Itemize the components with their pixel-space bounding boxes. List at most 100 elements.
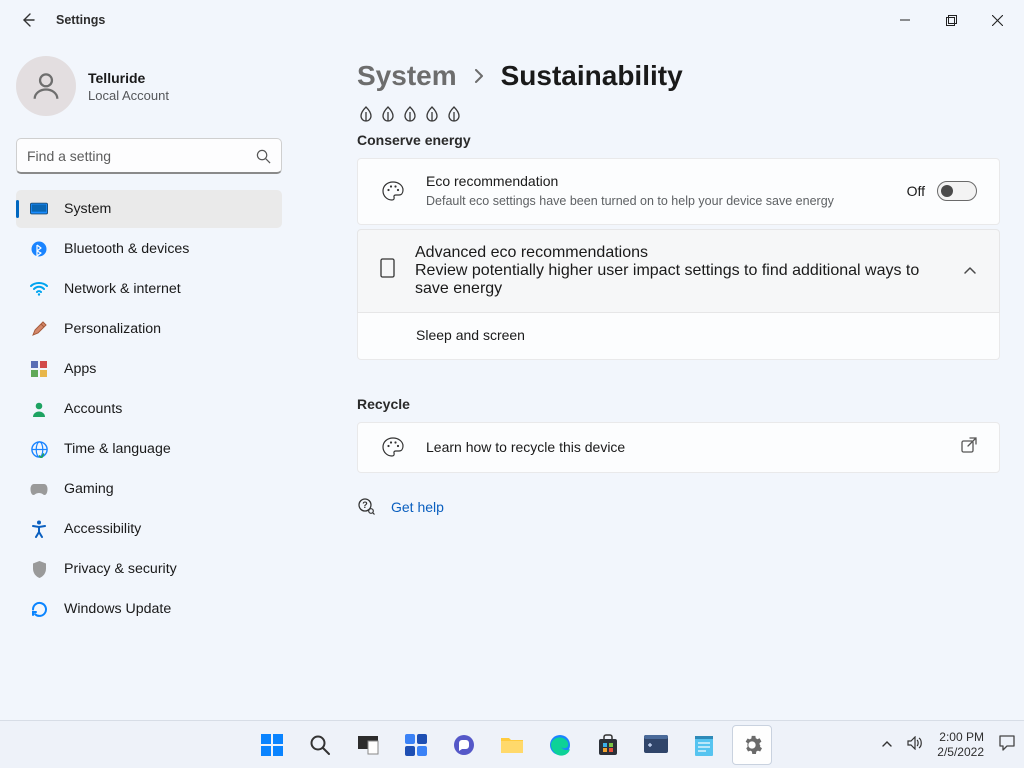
section-title-conserve: Conserve energy (357, 132, 1000, 148)
start-button[interactable] (252, 725, 292, 765)
main-content: System Sustainability Conserve energy Ec… (357, 60, 1000, 716)
sidebar: Telluride Local Account System Bluetooth… (16, 56, 282, 628)
chat-button[interactable] (444, 725, 484, 765)
advanced-subtitle: Review potentially higher user impact se… (415, 262, 943, 298)
window-controls (882, 4, 1020, 36)
nav-item-bluetooth[interactable]: Bluetooth & devices (16, 230, 282, 268)
nav-item-accounts[interactable]: Accounts (16, 390, 282, 428)
get-help-label: Get help (391, 499, 444, 515)
taskbar: 2:00 PM 2/5/2022 (0, 720, 1024, 768)
nav-label: Apps (64, 361, 96, 377)
nav-label: Accessibility (64, 521, 141, 537)
task-view-button[interactable] (348, 725, 388, 765)
app-title: Settings (56, 13, 105, 27)
eco-subtitle: Default eco settings have been turned on… (426, 193, 887, 210)
breadcrumb-parent[interactable]: System (357, 60, 457, 92)
store-button[interactable] (588, 725, 628, 765)
person-icon (30, 400, 48, 418)
eco-title: Eco recommendation (426, 173, 887, 189)
nav-item-time-language[interactable]: Time & language (16, 430, 282, 468)
nav-label: Privacy & security (64, 561, 177, 577)
user-name: Telluride (88, 70, 169, 86)
maximize-button[interactable] (928, 4, 974, 36)
nav-item-system[interactable]: System (16, 190, 282, 228)
explorer-button[interactable] (492, 725, 532, 765)
svg-text:?: ? (362, 500, 368, 510)
palette-icon (380, 181, 406, 201)
recycle-link-text: Learn how to recycle this device (426, 439, 941, 455)
nav-label: Windows Update (64, 601, 171, 617)
nav-label: Bluetooth & devices (64, 241, 189, 257)
widgets-button[interactable] (396, 725, 436, 765)
get-help-link[interactable]: ? Get help (357, 497, 1000, 518)
tray-chevron-icon[interactable] (881, 738, 893, 752)
nav-label: System (64, 201, 111, 217)
nav-label: Time & language (64, 441, 171, 457)
taskbar-search-button[interactable] (300, 725, 340, 765)
eco-recommendation-card: Eco recommendation Default eco settings … (357, 158, 1000, 225)
bluetooth-icon (30, 240, 48, 258)
edge-button[interactable] (540, 725, 580, 765)
accessibility-icon (30, 520, 48, 538)
notepad-button[interactable] (684, 725, 724, 765)
breadcrumb-current: Sustainability (501, 60, 683, 92)
avatar (16, 56, 76, 116)
advanced-title: Advanced eco recommendations (415, 244, 943, 262)
wifi-icon (30, 280, 48, 298)
clock-time: 2:00 PM (937, 730, 984, 744)
search-icon (256, 149, 271, 169)
volume-icon[interactable] (907, 736, 923, 753)
nav-item-windows-update[interactable]: Windows Update (16, 590, 282, 628)
search-field[interactable] (16, 138, 282, 174)
nav-label: Network & internet (64, 281, 181, 297)
brush-icon (30, 320, 48, 338)
update-icon (30, 600, 48, 618)
notifications-icon[interactable] (998, 734, 1016, 755)
search-input[interactable] (17, 140, 281, 172)
gamepad-icon (30, 480, 48, 498)
nav-item-network[interactable]: Network & internet (16, 270, 282, 308)
eco-toggle-label: Off (907, 183, 925, 199)
sleep-and-screen-link[interactable]: Sleep and screen (416, 327, 525, 343)
recycle-card[interactable]: Learn how to recycle this device (357, 422, 1000, 473)
palette-icon (380, 437, 406, 457)
close-button[interactable] (974, 4, 1020, 36)
settings-taskbar-button[interactable] (732, 725, 772, 765)
eco-toggle[interactable] (937, 181, 977, 201)
desktop-icon (30, 200, 48, 218)
nav-item-accessibility[interactable]: Accessibility (16, 510, 282, 548)
nav-item-privacy[interactable]: Privacy & security (16, 550, 282, 588)
leaf-icon (445, 106, 463, 124)
minimize-button[interactable] (882, 4, 928, 36)
chevron-up-icon (963, 262, 977, 280)
advanced-eco-body[interactable]: Sleep and screen (357, 313, 1000, 360)
leaf-icon (401, 106, 419, 124)
nav-item-personalization[interactable]: Personalization (16, 310, 282, 348)
user-subtitle: Local Account (88, 88, 169, 103)
external-link-icon (961, 437, 977, 458)
chevron-right-icon (473, 66, 485, 89)
nav-label: Personalization (64, 321, 161, 337)
titlebar: Settings (0, 0, 1024, 40)
back-button[interactable] (18, 10, 38, 30)
breadcrumb: System Sustainability (357, 60, 1000, 92)
nav-item-apps[interactable]: Apps (16, 350, 282, 388)
apps-icon (30, 360, 48, 378)
shield-icon (30, 560, 48, 578)
device-icon (380, 258, 395, 283)
leaf-icon (357, 106, 375, 124)
advanced-eco-expander[interactable]: Advanced eco recommendations Review pote… (357, 229, 1000, 313)
leaf-icon (379, 106, 397, 124)
leaf-icon (423, 106, 441, 124)
section-title-recycle: Recycle (357, 396, 1000, 412)
nav-label: Accounts (64, 401, 122, 417)
clock-date: 2/5/2022 (937, 745, 984, 759)
terminal-button[interactable] (636, 725, 676, 765)
nav-list: System Bluetooth & devices Network & int… (16, 190, 282, 628)
eco-rating-icons (357, 106, 1000, 124)
globe-icon (30, 440, 48, 458)
nav-label: Gaming (64, 481, 114, 497)
taskbar-clock[interactable]: 2:00 PM 2/5/2022 (937, 730, 984, 759)
user-block[interactable]: Telluride Local Account (16, 56, 282, 116)
nav-item-gaming[interactable]: Gaming (16, 470, 282, 508)
